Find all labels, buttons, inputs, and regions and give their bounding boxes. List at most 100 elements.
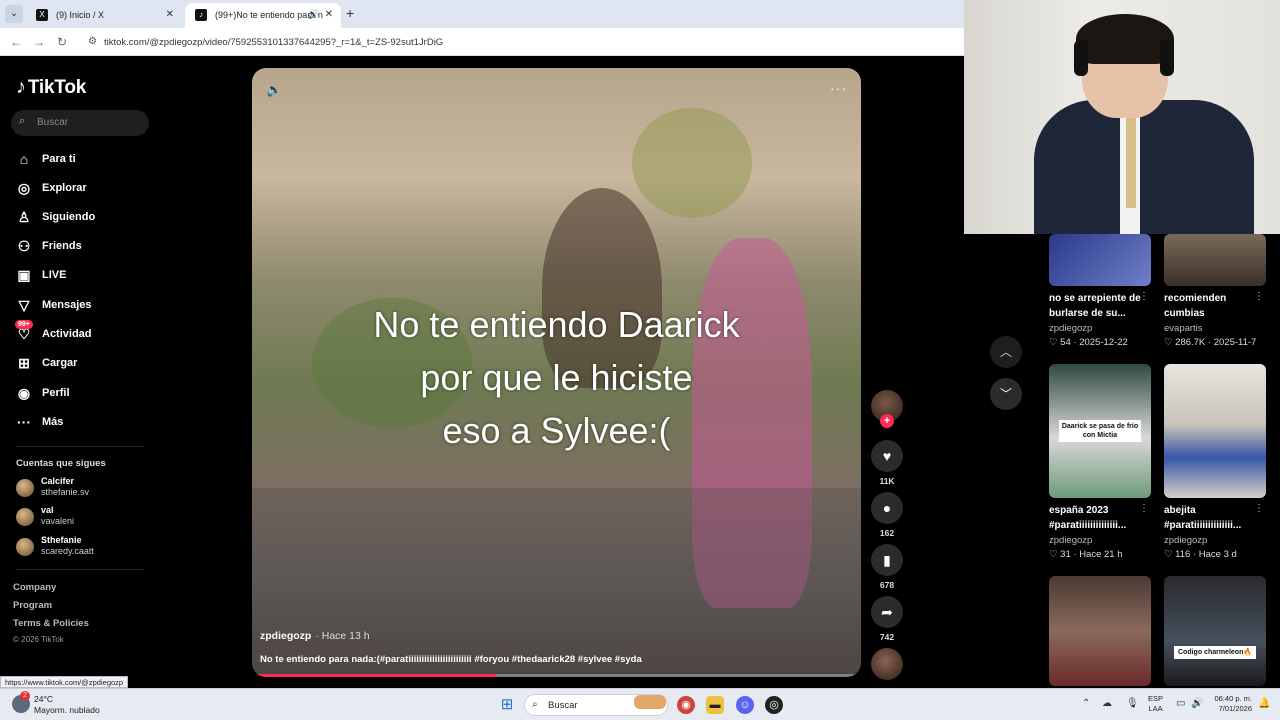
- volume-icon[interactable]: 🔈: [266, 82, 282, 98]
- footer-link-program[interactable]: Program: [13, 600, 52, 611]
- next-video-button[interactable]: ﹀: [990, 378, 1022, 410]
- following-account[interactable]: Calcifer sthefanie.sv: [16, 475, 166, 501]
- related-author: evapartis: [1164, 323, 1203, 334]
- tab-search-icon[interactable]: ⌄: [5, 5, 23, 23]
- caption-line: eso a Sylvee:(: [442, 410, 671, 451]
- webcam-overlay: [964, 0, 1280, 234]
- x-logo-icon: X: [36, 9, 48, 21]
- person-suit: [1034, 100, 1254, 234]
- tab-x-inicio[interactable]: X (9) Inicio / X ✕: [26, 3, 182, 28]
- caption-line: No te entiendo Daarick: [373, 304, 740, 345]
- more-vert-icon[interactable]: ⋮: [1254, 291, 1264, 302]
- close-tab-icon[interactable]: ✕: [166, 9, 174, 20]
- nav-mas[interactable]: ··· Más: [15, 413, 165, 435]
- tab-tiktok-video[interactable]: ♪ (99+)No te entiendo para n 🔊 ✕: [185, 3, 341, 28]
- video-player[interactable]: 🔈 ··· No te entiendo Daarick por que le …: [252, 68, 861, 677]
- close-tab-icon[interactable]: ✕: [325, 9, 333, 20]
- more-icon: ···: [17, 414, 31, 430]
- prev-video-button[interactable]: ︿: [990, 336, 1022, 368]
- tiktok-logo-icon: ♪: [195, 9, 207, 21]
- nav-friends[interactable]: ⚇ Friends: [15, 237, 165, 259]
- home-icon: ⌂: [19, 151, 29, 167]
- nav-live[interactable]: ▣ LIVE: [15, 266, 165, 288]
- post-time: · Hace 13 h: [315, 630, 370, 642]
- speaker-icon[interactable]: 🔊: [308, 9, 319, 20]
- related-likes: 286.7K: [1175, 337, 1206, 348]
- messages-icon: ▽: [18, 297, 30, 313]
- chevron-up-icon[interactable]: ⌃: [1082, 698, 1090, 709]
- following-account[interactable]: Sthefanie scaredy.caatt: [16, 534, 166, 560]
- more-vert-icon[interactable]: ⋮: [1139, 503, 1149, 514]
- video-author[interactable]: zpdiegozp · Hace 13 h: [260, 630, 370, 642]
- forward-icon[interactable]: →: [33, 35, 45, 49]
- music-disc-avatar[interactable]: [871, 648, 903, 680]
- tiktok-sidebar: ♪ TikTok ⌕ Buscar ⌂ Para ti ◎ Explorar ♙ Sig…: [0, 58, 200, 686]
- related-title: abejita #paratiiiiiiiiiiiiii...: [1164, 505, 1242, 531]
- like-button[interactable]: ♥: [871, 440, 903, 472]
- back-icon[interactable]: ←: [10, 35, 22, 49]
- comment-button[interactable]: ●: [871, 492, 903, 524]
- nav-actividad[interactable]: ♡ 99+ Actividad: [15, 320, 165, 347]
- address-bar-row: ← → ↻ ⚙ tiktok.com/@zpdiegozp/video/7592…: [0, 28, 964, 56]
- tiktok-note-icon: ♪: [16, 76, 26, 98]
- footer-link-company[interactable]: Company: [13, 582, 56, 593]
- footer-link-terms[interactable]: Terms & Policies: [13, 618, 89, 629]
- comment-icon: ●: [882, 500, 892, 516]
- headphone-icon: [1074, 40, 1088, 76]
- more-vert-icon[interactable]: ⋮: [1139, 291, 1149, 302]
- author-link[interactable]: zpdiegozp: [260, 630, 311, 642]
- video-thumbnail: [1049, 234, 1151, 286]
- system-clock[interactable]: 06:40 p. m. 7/01/2026: [1208, 694, 1252, 714]
- video-progress-bar[interactable]: [252, 674, 861, 677]
- following-icon: ♙: [17, 209, 31, 225]
- related-stats: ♡ 286.7K · 2025-11-7: [1164, 337, 1257, 348]
- chrome-icon[interactable]: ◉: [677, 696, 695, 714]
- avatar: [16, 479, 34, 497]
- volume-icon[interactable]: 🔊: [1191, 698, 1203, 709]
- site-info-icon[interactable]: ⚙: [88, 36, 97, 47]
- tab-title: (99+)No te entiendo para n: [215, 10, 323, 20]
- chevron-up-icon: ︿: [999, 345, 1012, 359]
- microphone-icon[interactable]: 🎙: [1126, 698, 1139, 709]
- windows-start-icon[interactable]: ⊞: [498, 696, 516, 714]
- file-explorer-icon[interactable]: ▬: [706, 696, 724, 714]
- nav-cargar[interactable]: ⊞ Cargar: [15, 354, 165, 376]
- nav-mensajes[interactable]: ▽ Mensajes: [15, 296, 165, 318]
- cloud-icon[interactable]: ☁: [1102, 698, 1112, 709]
- video-background: [632, 108, 752, 218]
- more-vert-icon[interactable]: ⋮: [1254, 503, 1264, 514]
- browser-tab-bar: ⌄ X (9) Inicio / X ✕ ♪ (99+)No te entien…: [0, 0, 964, 28]
- nav-perfil[interactable]: ◉ Perfil: [15, 384, 165, 406]
- reload-icon[interactable]: ↻: [57, 35, 67, 49]
- related-author: zpdiegozp: [1049, 323, 1093, 334]
- related-title: recomienden cumbias: [1164, 293, 1227, 319]
- url-field[interactable]: ⚙ tiktok.com/@zpdiegozp/video/7592553101…: [84, 31, 954, 53]
- nav-siguiendo[interactable]: ♙ Siguiendo: [15, 208, 165, 230]
- network-icon[interactable]: ▭: [1176, 698, 1185, 709]
- tiktok-logo[interactable]: ♪ TikTok: [16, 76, 86, 99]
- nav-para-ti[interactable]: ⌂ Para ti: [15, 150, 165, 172]
- live-icon: ▣: [17, 267, 31, 283]
- new-tab-button[interactable]: +: [346, 5, 354, 21]
- share-icon: ➦: [881, 604, 893, 620]
- video-thumbnail: Daarick se pasa de frío con Mictia: [1049, 364, 1151, 498]
- nav-explorar[interactable]: ◎ Explorar: [15, 179, 165, 201]
- thumbnail-text: Codigo charmeleon🔥: [1174, 646, 1256, 659]
- video-thumbnail: Codigo charmeleon🔥: [1164, 576, 1266, 686]
- related-date: 2025-11-7: [1213, 337, 1257, 348]
- windows-taskbar: 2 24°C Mayorm. nublado ⊞ ⌕ Buscar ◉ ▬ ☺ ◎…: [0, 688, 1280, 720]
- save-button[interactable]: ▮: [871, 544, 903, 576]
- discord-icon[interactable]: ☺: [736, 696, 754, 714]
- video-caption-overlay: No te entiendo Daarick por que le hicist…: [252, 298, 861, 457]
- avatar: [16, 538, 34, 556]
- thumbnail-text: Daarick se pasa de frío con Mictia: [1059, 420, 1141, 442]
- notifications-icon[interactable]: 🔔: [1258, 698, 1270, 709]
- obs-icon[interactable]: ◎: [765, 696, 783, 714]
- language-indicator[interactable]: ESP LAA: [1148, 694, 1163, 714]
- related-likes: 31: [1060, 549, 1071, 560]
- share-button[interactable]: ➦: [871, 596, 903, 628]
- follow-plus-icon[interactable]: +: [880, 414, 894, 428]
- search-input[interactable]: ⌕ Buscar: [11, 110, 149, 136]
- following-account[interactable]: val vavaleni: [16, 504, 166, 530]
- more-options-icon[interactable]: ···: [830, 80, 847, 96]
